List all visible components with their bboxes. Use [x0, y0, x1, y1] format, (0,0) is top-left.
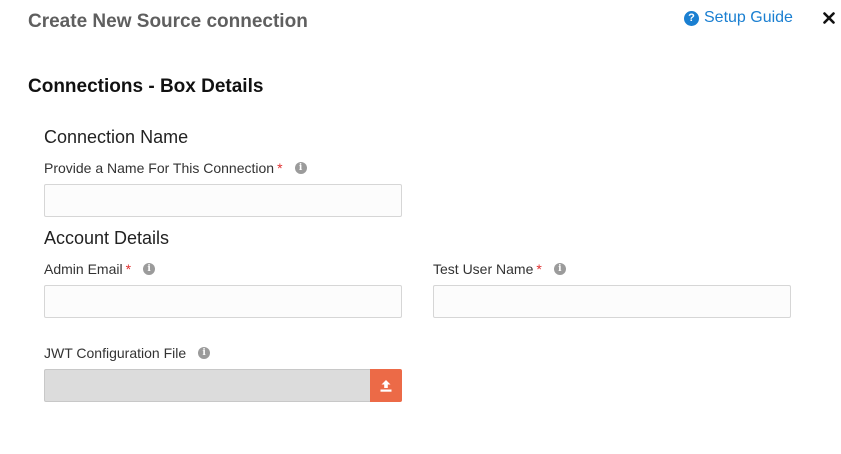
- required-marker: *: [125, 261, 132, 277]
- test-user-name-label-text: Test User Name: [433, 261, 534, 277]
- admin-email-input[interactable]: [44, 285, 402, 318]
- section-heading: Connections - Box Details: [28, 76, 264, 97]
- upload-button[interactable]: [370, 369, 402, 402]
- create-source-connection-dialog: Create New Source connection ? Setup Gui…: [0, 0, 841, 454]
- connection-name-label-text: Provide a Name For This Connection: [44, 160, 275, 176]
- required-marker: *: [277, 160, 283, 176]
- setup-guide-link[interactable]: ? Setup Guide: [684, 9, 793, 27]
- jwt-config-label-text: JWT Configuration File: [44, 345, 187, 361]
- test-user-name-label: Test User Name * i: [433, 261, 566, 277]
- jwt-config-label: JWT Configuration File i: [44, 345, 211, 361]
- info-icon[interactable]: i: [143, 263, 156, 275]
- upload-icon: [380, 379, 392, 392]
- info-icon[interactable]: i: [294, 162, 307, 174]
- info-icon[interactable]: i: [553, 263, 566, 275]
- admin-email-label-text: Admin Email: [44, 261, 123, 277]
- jwt-config-file-field: [44, 369, 402, 402]
- connection-name-heading: Connection Name: [44, 127, 189, 147]
- test-user-name-input[interactable]: [433, 285, 791, 318]
- connection-name-label: Provide a Name For This Connection * i: [44, 160, 307, 176]
- close-button[interactable]: [820, 8, 838, 28]
- info-icon[interactable]: i: [198, 347, 211, 359]
- question-circle-icon: ?: [684, 10, 699, 26]
- account-details-heading: Account Details: [44, 228, 170, 248]
- required-marker: *: [536, 261, 542, 277]
- close-icon: [823, 12, 835, 24]
- setup-guide-label: Setup Guide: [704, 9, 793, 26]
- dialog-title: Create New Source connection: [28, 11, 308, 32]
- jwt-config-file-display[interactable]: [44, 369, 370, 402]
- connection-name-input[interactable]: [44, 184, 402, 217]
- admin-email-label: Admin Email * i: [44, 261, 156, 277]
